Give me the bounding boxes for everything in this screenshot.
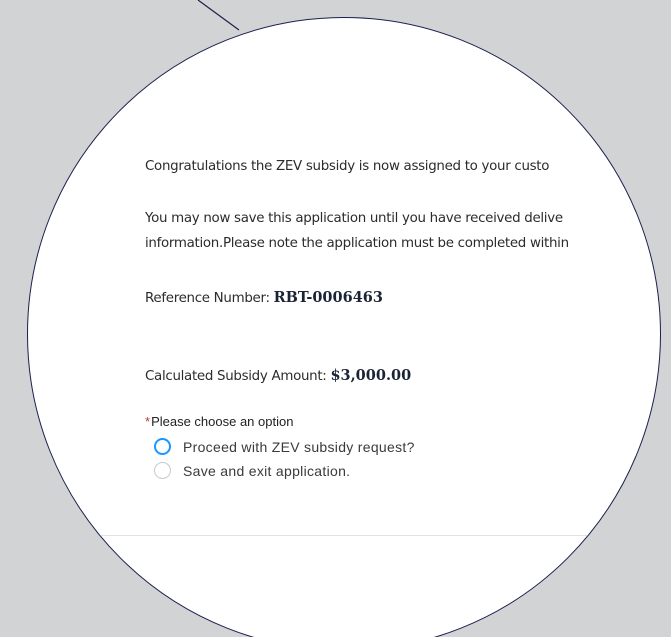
subsidy-amount-row: Calculated Subsidy Amount: $3,000.00 — [145, 367, 411, 384]
subsidy-amount-value: $3,000.00 — [330, 367, 412, 384]
reference-number-value: RBT-0006463 — [273, 289, 383, 306]
option-group-label: *Please choose an option — [145, 414, 293, 429]
magnified-view-circle: Congratulations the ZEV subsidy is now a… — [27, 17, 661, 637]
reference-number-label: Reference Number: — [145, 291, 274, 306]
radio-save-exit-label[interactable]: Save and exit application. — [183, 463, 350, 479]
radio-proceed-label[interactable]: Proceed with ZEV subsidy request? — [183, 439, 415, 455]
subsidy-amount-label: Calculated Subsidy Amount: — [145, 369, 331, 384]
radio-proceed-button[interactable] — [154, 438, 171, 455]
zoom-callout-backdrop: Congratulations the ZEV subsidy is now a… — [0, 0, 671, 637]
required-marker: * — [145, 414, 151, 429]
save-instructions-line-1: You may now save this application until … — [145, 211, 563, 226]
radio-option-proceed[interactable]: Proceed with ZEV subsidy request? — [154, 438, 415, 455]
option-group-prompt: Please choose an option — [151, 414, 294, 429]
application-form-panel: Congratulations the ZEV subsidy is now a… — [28, 18, 660, 637]
save-instructions-line-2: information.Please note the application … — [145, 236, 569, 251]
section-divider — [28, 535, 660, 536]
congrats-message: Congratulations the ZEV subsidy is now a… — [145, 159, 550, 174]
radio-save-exit-button[interactable] — [154, 462, 171, 479]
radio-option-save-exit[interactable]: Save and exit application. — [154, 462, 350, 479]
reference-number-row: Reference Number: RBT-0006463 — [145, 289, 383, 306]
